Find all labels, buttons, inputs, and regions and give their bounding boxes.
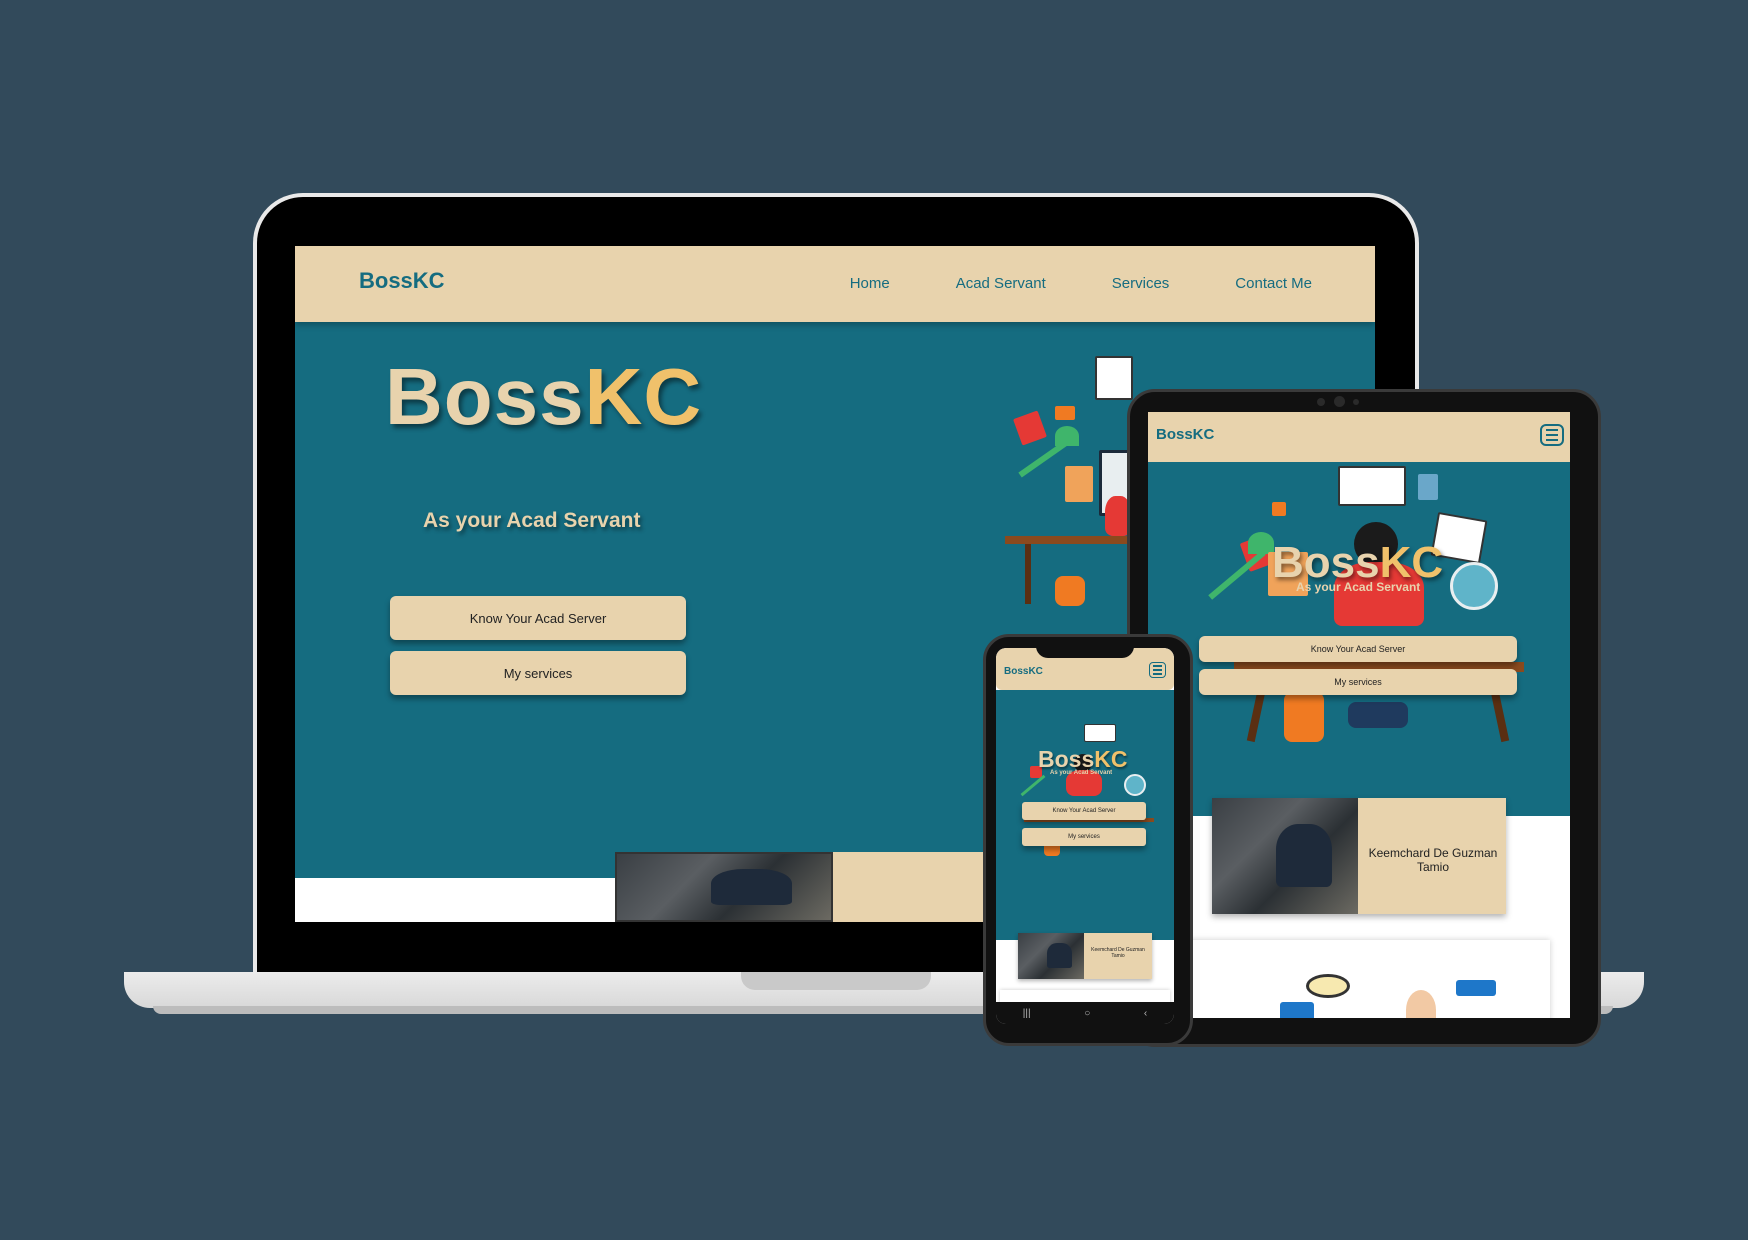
brand-logo[interactable]: BossKC [1156, 426, 1214, 443]
home-icon[interactable]: ○ [1084, 1008, 1090, 1019]
avatar [1406, 990, 1436, 1018]
recent-apps-icon[interactable]: ||| [1023, 1008, 1031, 1019]
camera-icon [1317, 398, 1325, 406]
know-acad-server-button[interactable]: Know Your Acad Server [1199, 636, 1517, 662]
hero-title: BossKC [385, 352, 703, 441]
navbar: BossKC Home Acad Servant Services Contac… [295, 246, 1375, 322]
back-icon[interactable]: ‹ [1144, 1008, 1147, 1019]
sensor-icon [1353, 399, 1359, 405]
nav-home[interactable]: Home [850, 275, 890, 292]
hamburger-menu-icon[interactable] [1540, 424, 1564, 446]
know-acad-server-button[interactable]: Know Your Acad Server [1022, 802, 1146, 820]
laptop-trackpad-notch [741, 972, 931, 990]
tablet-hero: BossKC As your Acad Servant Know Your Ac… [1148, 462, 1570, 816]
profile-card: Keemchard De Guzman Tamio [1212, 798, 1506, 914]
camera-icon [1334, 396, 1345, 407]
tablet-screen: BossKC BossKC As your Acad Servant Know … [1148, 412, 1570, 1018]
chat-bubble-icon [1456, 980, 1496, 996]
know-acad-server-button[interactable]: Know Your Acad Server [390, 596, 686, 640]
my-services-button[interactable]: My services [1199, 669, 1517, 695]
profile-card: Keemchard De Guzman Tamio [1018, 933, 1152, 979]
phone-screen: BossKC BossKC As your Acad Servant Know … [996, 648, 1174, 1024]
hamburger-menu-icon[interactable] [1149, 662, 1166, 678]
hero-title: BossKC [1038, 746, 1128, 772]
profile-card [615, 852, 1015, 922]
brand-logo[interactable]: BossKC [359, 268, 445, 294]
profile-photo [1212, 798, 1358, 914]
phone-notch [1036, 640, 1134, 658]
nav-services[interactable]: Services [1112, 275, 1170, 292]
nav-acad-servant[interactable]: Acad Servant [956, 275, 1046, 292]
profile-name: Keemchard De Guzman Tamio [1368, 846, 1498, 875]
services-card [1176, 940, 1550, 1018]
list-icon [1280, 1002, 1314, 1018]
my-services-button[interactable]: My services [390, 651, 686, 695]
hero-subtitle: As your Acad Servant [1050, 770, 1113, 776]
tablet-navbar: BossKC [1148, 412, 1570, 462]
my-services-button[interactable]: My services [1022, 828, 1146, 846]
phone-hero: BossKC As your Acad Servant Know Your Ac… [996, 690, 1174, 940]
hero-subtitle: As your Acad Servant [423, 509, 641, 532]
hero-subtitle: As your Acad Servant [1296, 580, 1421, 594]
nav-links: Home Acad Servant Services Contact Me [850, 275, 1312, 292]
brand-logo[interactable]: BossKC [1004, 666, 1043, 677]
nav-contact-me[interactable]: Contact Me [1235, 275, 1312, 292]
android-nav-bar: ||| ○ ‹ [996, 1002, 1174, 1024]
profile-photo [615, 852, 833, 922]
profile-name: Keemchard De Guzman Tamio [1091, 947, 1145, 959]
clock-icon [1306, 974, 1350, 998]
profile-photo [1018, 933, 1084, 979]
